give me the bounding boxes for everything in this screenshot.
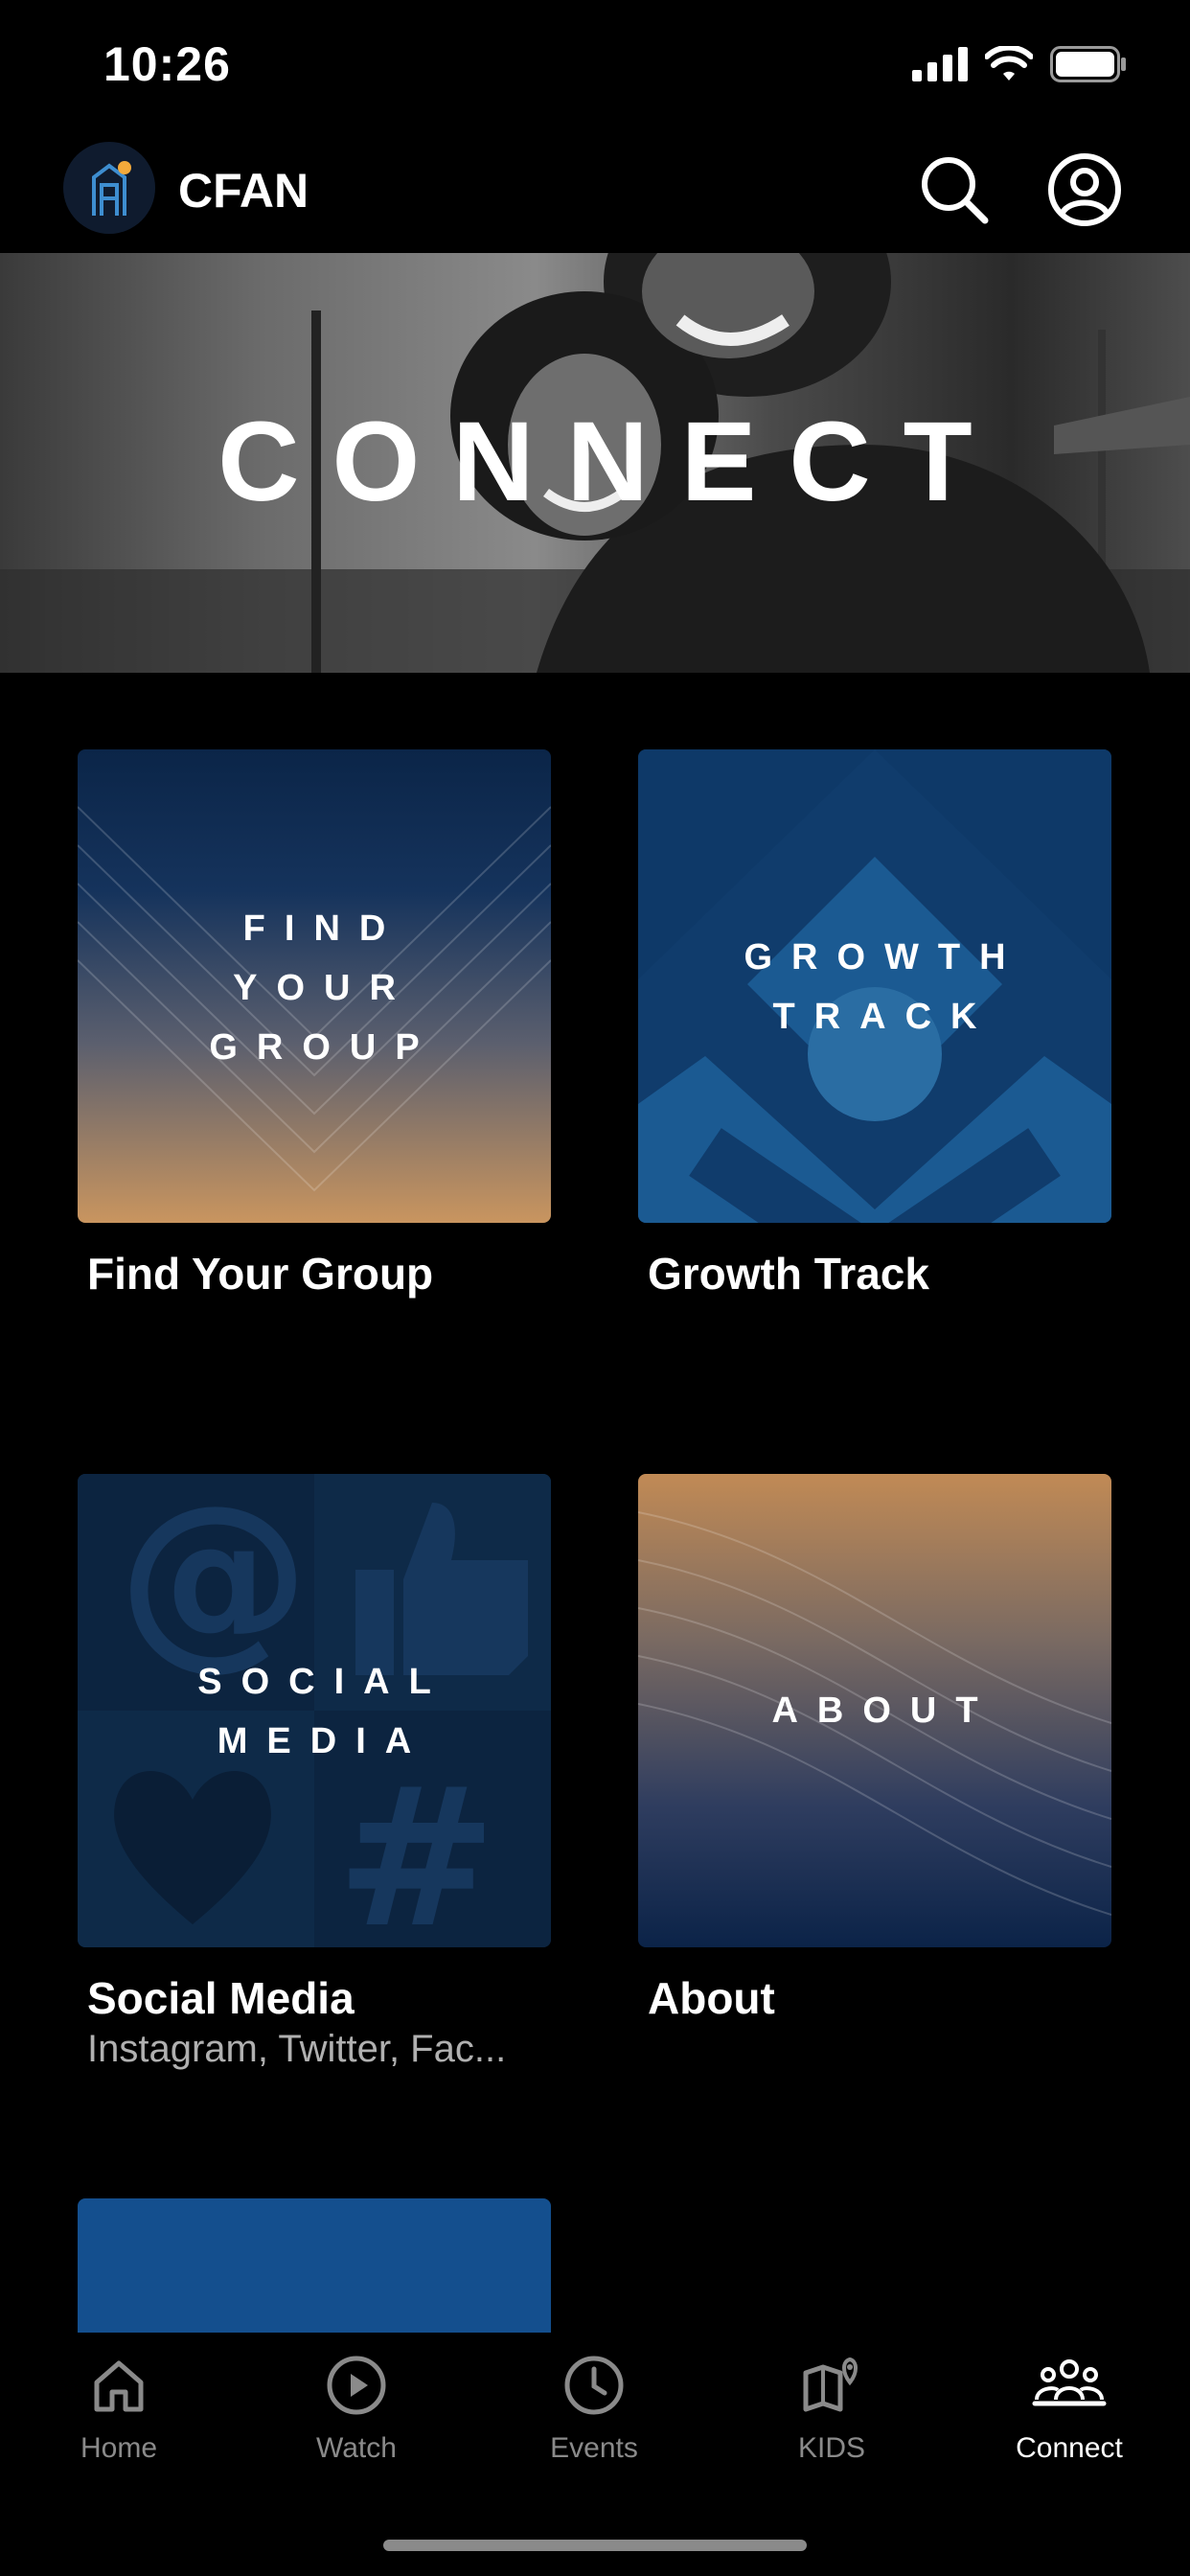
profile-icon[interactable] (1046, 151, 1123, 228)
cellular-signal-icon (912, 47, 968, 81)
tile-caption: GROWTH TRACK (744, 937, 1025, 1037)
wifi-icon (985, 46, 1033, 80)
growth-track-tile[interactable]: GROWTH TRACK (638, 749, 1111, 1223)
find-your-group-tile[interactable]: FIND YOUR GROUP (78, 749, 551, 1223)
battery-icon (1050, 46, 1126, 82)
about-label[interactable]: About (648, 1972, 775, 2024)
people-icon (1032, 2359, 1107, 2406)
hero-title: CONNECT (217, 399, 1005, 525)
about-tile[interactable]: ABOUT (638, 1474, 1111, 1947)
partial-tile[interactable] (78, 2198, 551, 2333)
tab-home[interactable]: Home (23, 2354, 215, 2465)
clock-icon (564, 2356, 624, 2415)
logo-icon (92, 161, 131, 216)
social-media-label[interactable]: Social Media (87, 1972, 355, 2024)
app-title: CFAN (178, 164, 309, 218)
connect-hero-banner: CONNECT (0, 253, 1190, 673)
status-bar: 10:26 (0, 0, 1190, 125)
social-media-tile[interactable]: @ # SOCIAL MEDIA (78, 1474, 551, 1947)
home-indicator[interactable] (383, 2540, 807, 2551)
tile-caption: ABOUT (771, 1690, 997, 1731)
growth-track-label[interactable]: Growth Track (648, 1248, 929, 1300)
status-icons (912, 46, 1127, 82)
social-media-subtitle: Instagram, Twitter, Fac... (87, 2028, 507, 2070)
svg-text:#: # (336, 1747, 497, 1947)
tab-watch[interactable]: Watch (261, 2354, 452, 2465)
play-circle-icon (327, 2356, 386, 2415)
cfan-logo[interactable] (63, 142, 155, 234)
tab-events[interactable]: Events (498, 2354, 690, 2465)
map-pin-icon (803, 2357, 858, 2412)
search-icon[interactable] (918, 153, 991, 226)
tile-caption: FIND YOUR GROUP (209, 908, 439, 1068)
app-header: CFAN (0, 125, 1190, 253)
tab-connect[interactable]: Connect (973, 2354, 1165, 2465)
tab-kids[interactable]: KIDS (736, 2354, 927, 2465)
home-icon (94, 2360, 144, 2412)
find-your-group-label[interactable]: Find Your Group (87, 1248, 433, 1300)
status-time: 10:26 (103, 37, 231, 91)
tile-caption: SOCIAL MEDIA (197, 1662, 450, 1761)
